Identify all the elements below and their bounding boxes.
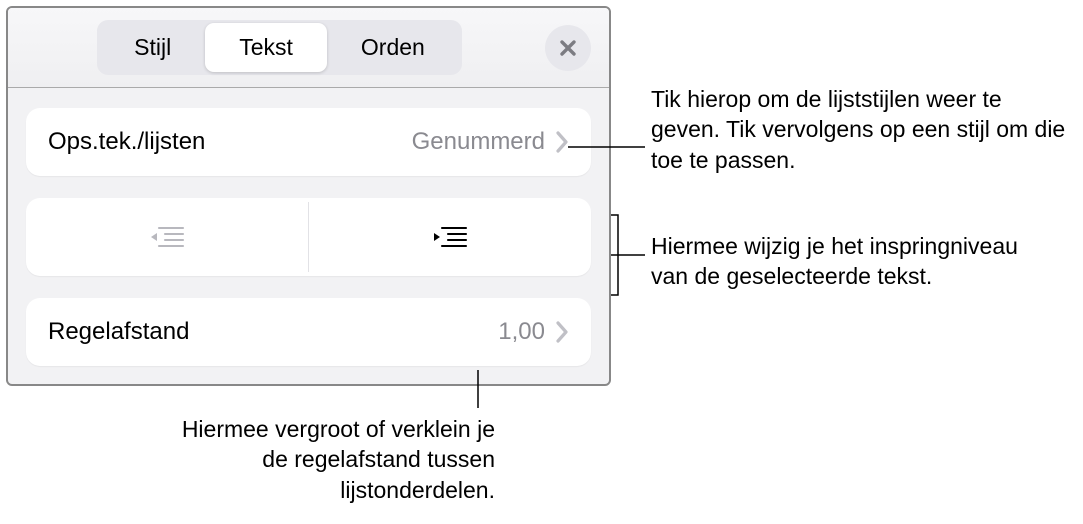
outdent-icon xyxy=(149,224,185,250)
bullets-lists-label: Ops.tek./lijsten xyxy=(48,128,412,156)
tab-orden[interactable]: Orden xyxy=(327,23,459,72)
indent-button[interactable] xyxy=(308,202,591,272)
line-spacing-value: 1,00 xyxy=(498,318,545,346)
indent-icon xyxy=(432,224,468,250)
outdent-button[interactable] xyxy=(26,202,308,272)
tab-tekst[interactable]: Tekst xyxy=(205,23,327,72)
close-button[interactable] xyxy=(545,25,591,71)
callout-line-spacing: Hiermee vergroot of verklein je de regel… xyxy=(155,414,495,505)
segmented-control: Stijl Tekst Orden xyxy=(97,20,462,75)
format-panel: Stijl Tekst Orden Ops.tek./lijsten Genum… xyxy=(6,6,611,386)
indent-cell xyxy=(26,198,591,276)
callout-list-styles: Tik hierop om de lijststijlen weer te ge… xyxy=(651,84,1071,175)
line-spacing-cell[interactable]: Regelafstand 1,00 xyxy=(26,298,591,366)
callout-indent: Hiermee wijzig je het inspringniveau van… xyxy=(651,231,1031,292)
line-spacing-label: Regelafstand xyxy=(48,318,498,346)
tab-stijl[interactable]: Stijl xyxy=(100,23,205,72)
panel-content: Ops.tek./lijsten Genummerd xyxy=(8,88,609,366)
bullets-lists-cell[interactable]: Ops.tek./lijsten Genummerd xyxy=(26,108,591,176)
chevron-right-icon xyxy=(555,130,569,154)
close-icon xyxy=(558,38,578,58)
chevron-right-icon xyxy=(555,320,569,344)
panel-header: Stijl Tekst Orden xyxy=(8,8,609,88)
bullets-lists-value: Genummerd xyxy=(412,128,545,156)
